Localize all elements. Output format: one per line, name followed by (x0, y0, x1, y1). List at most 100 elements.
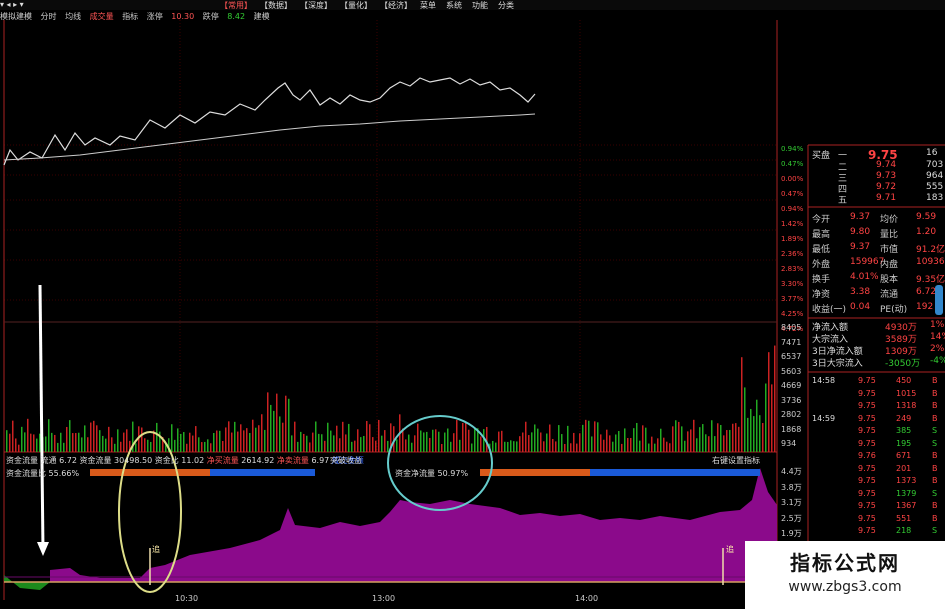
trade-volume: 1318 (896, 401, 917, 410)
volume-bar (588, 420, 590, 452)
watermark-title: 指标公式网 (790, 551, 900, 575)
flow-percent: -4% (930, 356, 945, 366)
breakout-label[interactable]: 突破收益 (330, 455, 362, 466)
volume-bar (126, 429, 128, 452)
volume-bar (333, 435, 335, 452)
trade-side: B (932, 513, 938, 523)
indicator-settings[interactable]: 右键设置指标 (712, 455, 760, 466)
volume-bar (102, 435, 104, 452)
stat-value: 109361 (916, 257, 945, 267)
volume-bar (192, 435, 194, 452)
volume-bar (66, 426, 68, 452)
volume-bar (663, 437, 665, 452)
volume-bar (78, 432, 80, 452)
indicator-name[interactable]: 资金流量 (6, 456, 38, 465)
volume-bar (642, 425, 644, 452)
indicator-field: 净买流量 (206, 456, 239, 465)
volume-bar (342, 421, 344, 452)
volume-bar (381, 435, 383, 452)
volume-bar (291, 435, 293, 452)
trade-volume: 551 (896, 513, 912, 523)
stat-key: 市值 (880, 245, 899, 255)
volume-bar (447, 428, 449, 452)
volume-bar (426, 431, 428, 452)
volume-bar (99, 430, 101, 452)
volume-bar (33, 434, 35, 452)
price-axis-tick: 2.36% (781, 250, 804, 258)
trade-side: B (932, 463, 938, 473)
volume-bar (273, 410, 275, 452)
trade-price: 9.75 (858, 413, 876, 423)
volume-bar (309, 442, 311, 452)
order-volume: 964 (926, 171, 944, 181)
volume-axis-tick: 6537 (781, 352, 802, 361)
volume-bar (498, 431, 500, 452)
volume-bar (45, 436, 47, 452)
volume-bar (501, 430, 503, 452)
volume-bar (450, 441, 452, 452)
volume-bar (558, 425, 560, 452)
order-volume: 555 (926, 182, 944, 192)
stat-key: PE(动) (880, 305, 908, 315)
price-axis-tick: 1.89% (781, 235, 804, 243)
order-price: 9.72 (876, 182, 897, 192)
volume-bar (609, 435, 611, 452)
trade-side: B (932, 451, 938, 460)
volume-bar (237, 431, 239, 452)
volume-bar (81, 437, 83, 452)
volume-bar (375, 440, 377, 452)
volume-bar (411, 442, 413, 452)
volume-bar (462, 422, 464, 452)
volume-bar (372, 437, 374, 452)
volume-bar (357, 429, 359, 452)
volume-bar (624, 428, 626, 452)
trade-volume: 671 (896, 451, 912, 460)
trade-price: 9.75 (858, 488, 876, 498)
trade-side: S (932, 438, 938, 448)
volume-bar (225, 427, 227, 452)
volume-bar (540, 432, 542, 452)
volume-bar (417, 423, 419, 452)
trade-volume: 249 (896, 413, 912, 423)
volume-bar (252, 419, 254, 452)
volume-bar (228, 421, 230, 452)
volume-bar (105, 438, 107, 452)
fund-bar-blue-left (210, 469, 315, 476)
volume-bar (36, 438, 38, 452)
panel-scrollbar[interactable] (935, 285, 943, 315)
volume-bar (528, 435, 530, 452)
volume-bar (495, 442, 497, 452)
volume-bar (108, 426, 110, 452)
volume-bar (441, 443, 443, 452)
volume-bar (336, 425, 338, 452)
volume-bar (573, 432, 575, 452)
volume-bar (621, 443, 623, 452)
volume-bar (612, 441, 614, 452)
volume-bar (405, 439, 407, 452)
indicator-value: 30498.50 (114, 456, 153, 465)
volume-bar (672, 426, 674, 452)
trade-side: B (932, 476, 938, 485)
volume-bar (600, 434, 602, 452)
volume-bar (759, 415, 761, 452)
indicator-field: 流通 (40, 456, 57, 465)
volume-bar (633, 428, 635, 452)
volume-bar (363, 435, 365, 452)
volume-bar (465, 422, 467, 452)
volume-bar (690, 429, 692, 452)
volume-bar (189, 432, 191, 452)
volume-bar (594, 421, 596, 452)
volume-bar (723, 435, 725, 452)
volume-bar (396, 439, 398, 452)
signal-label: 追 (152, 545, 160, 554)
volume-bar (774, 345, 776, 452)
volume-bar (444, 432, 446, 452)
volume-bar (534, 424, 536, 452)
volume-bar (300, 431, 302, 452)
volume-bar (708, 436, 710, 452)
volume-bar (585, 419, 587, 452)
trade-volume: 1379 (896, 488, 917, 498)
volume-bar (351, 441, 353, 452)
volume-bar (510, 440, 512, 452)
indicator-axis-tick: 3.8万 (781, 482, 802, 492)
